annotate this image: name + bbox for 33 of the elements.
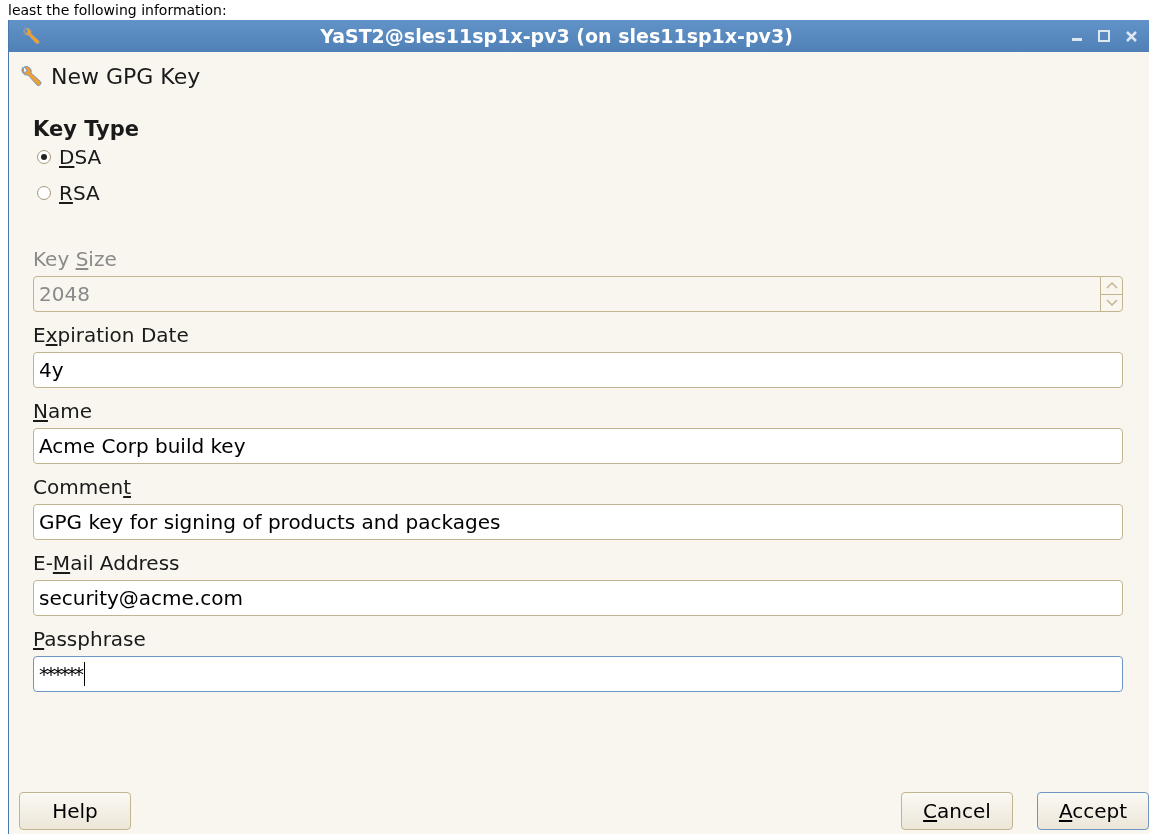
accept-button[interactable]: Accept (1037, 792, 1149, 830)
field-value: 2048 (38, 281, 90, 308)
group-label: Key Type (33, 118, 140, 140)
text-cursor (84, 662, 85, 686)
field-label: E-Mail Address (33, 550, 181, 576)
field-value: 4y (38, 357, 64, 384)
field-label: Key Size (33, 246, 118, 272)
input-field[interactable]: GPG key for signing of products and packages (33, 504, 1123, 540)
field-label: Name (33, 398, 93, 424)
radio-button[interactable] (37, 150, 51, 164)
field-value: GPG key for signing of products and packages (38, 509, 501, 536)
maximize-icon[interactable] (1098, 30, 1110, 42)
password-field[interactable]: ****** (33, 656, 1123, 692)
page-text: least the following information: (7, 1, 228, 20)
help-button[interactable]: Help (19, 792, 131, 830)
field-value: Acme Corp build key (38, 433, 246, 460)
field-label: Comment (33, 474, 132, 500)
radio-option[interactable]: DSA (37, 144, 1123, 170)
dialog-heading: New GPG Key (51, 62, 201, 91)
field-label: Expiration Date (33, 322, 190, 348)
input-field[interactable]: security@acme.com (33, 580, 1123, 616)
wrench-icon (21, 26, 41, 46)
input-field[interactable]: 4y (33, 352, 1123, 388)
radio-option[interactable]: RSA (37, 180, 1123, 206)
field-value: ****** (38, 661, 81, 688)
cancel-button[interactable]: Cancel (901, 792, 1013, 830)
wrench-icon (19, 64, 43, 88)
field-value: security@acme.com (38, 585, 243, 612)
field-label: Passphrase (33, 626, 147, 652)
window-title: YaST2@sles11sp1x-pv3 (on sles11sp1x-pv3) (319, 23, 794, 49)
close-icon[interactable] (1126, 30, 1137, 42)
input-field[interactable]: Acme Corp build key (33, 428, 1123, 464)
radio-button[interactable] (37, 186, 51, 200)
